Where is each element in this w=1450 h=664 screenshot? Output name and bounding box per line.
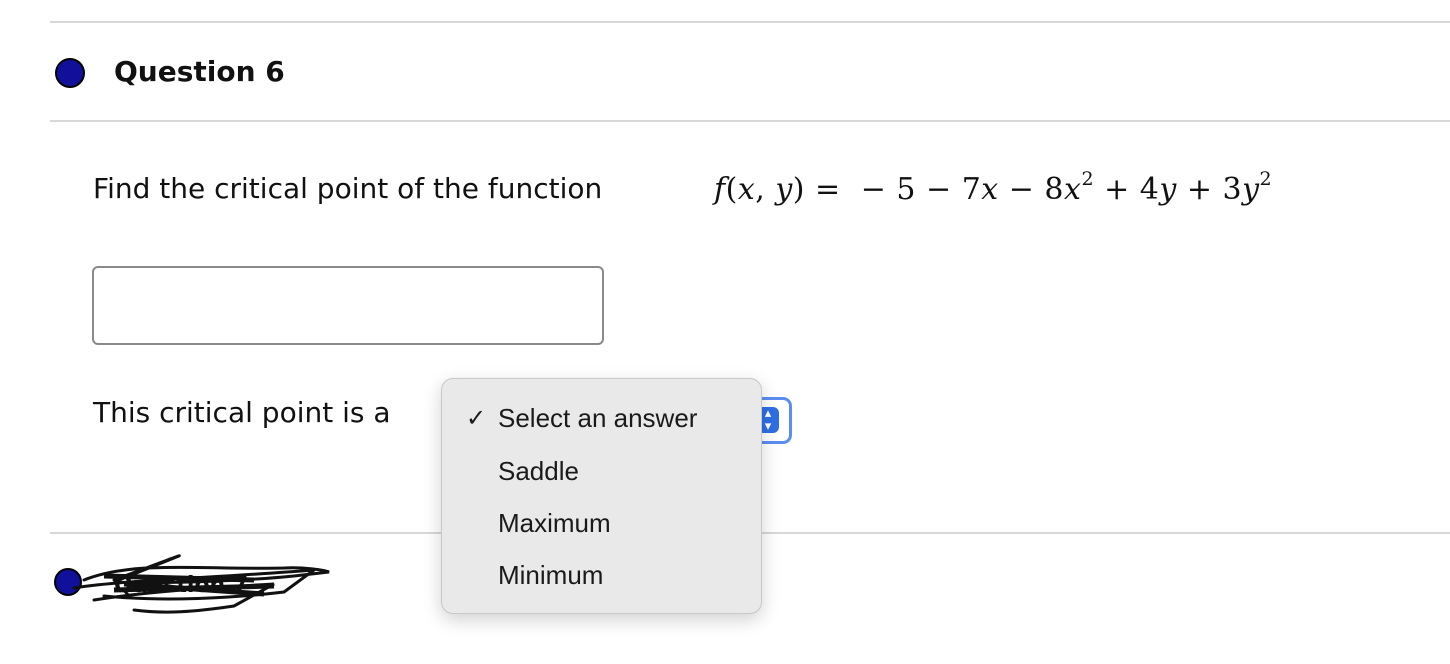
divider-top [50, 21, 1450, 23]
function-expression: f(x, y) = − 5 − 7x − 8x2 + 4y + 3y2 [714, 168, 1273, 207]
question-status-icon [55, 58, 85, 88]
quiz-page: Question 6 Find the critical point of th… [0, 0, 1450, 664]
dropdown-option-select-an-answer[interactable]: Select an answer [498, 403, 697, 434]
critical-point-input[interactable] [92, 266, 604, 345]
dropdown-option-minimum[interactable]: Minimum [498, 560, 603, 591]
classification-label: This critical point is a [93, 396, 391, 429]
redaction-scribble: Question 7 [72, 554, 330, 614]
question-prompt: Find the critical point of the function [93, 172, 603, 205]
dropdown-option-maximum[interactable]: Maximum [498, 508, 611, 539]
next-question-title: Question 7 [114, 573, 248, 598]
checkmark-icon: ✓ [466, 404, 487, 432]
divider-question-header [50, 120, 1450, 122]
question-title: Question 6 [114, 55, 285, 88]
dropdown-option-saddle[interactable]: Saddle [498, 456, 579, 487]
classification-dropdown-menu: ✓ Select an answer Saddle Maximum Minimu… [441, 378, 762, 614]
